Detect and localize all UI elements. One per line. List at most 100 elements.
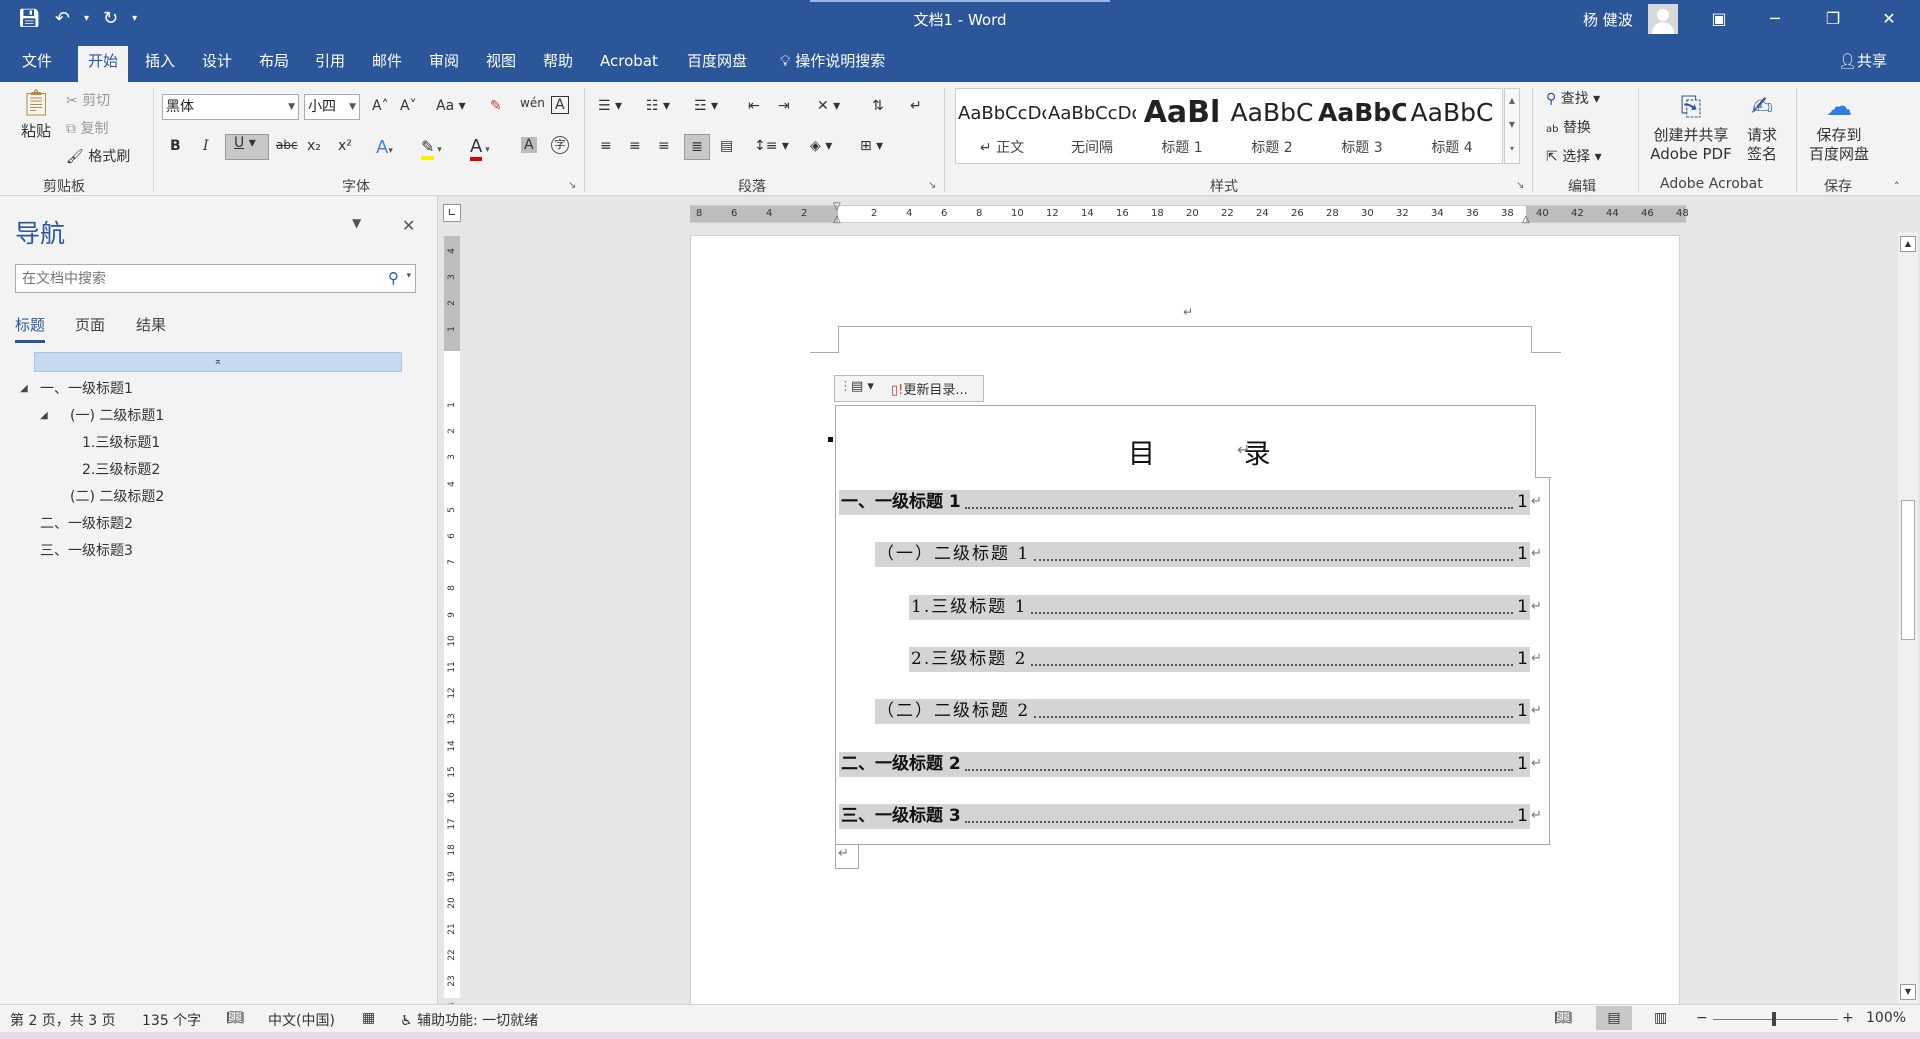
save-baidu-button[interactable]: ☁︎ 保存到 百度网盘	[1806, 92, 1872, 164]
tab-acrobat[interactable]: Acrobat	[590, 46, 668, 82]
tell-me-search[interactable]: 💡︎ 操作说明搜索	[770, 46, 895, 82]
align-left-icon[interactable]: ≡	[600, 138, 612, 154]
update-toc-button[interactable]: ▯!更新目录...	[891, 379, 968, 398]
share-button[interactable]: 👤︎共享	[1838, 50, 1887, 71]
nav-heading-item[interactable]: 一、一级标题1	[40, 378, 133, 398]
char-shading-icon[interactable]: A	[521, 137, 537, 153]
font-dialog-launcher-icon[interactable]: ↘	[568, 180, 576, 191]
create-share-pdf-button[interactable]: ⎘ 创建并共享 Adobe PDF	[1648, 92, 1734, 164]
chevron-up-icon[interactable]: ▲	[1505, 89, 1519, 113]
search-icon[interactable]: ⚲	[388, 269, 399, 287]
tab-references[interactable]: 引用	[305, 46, 355, 82]
show-marks-icon[interactable]: ↵	[910, 98, 922, 114]
nav-heading-item[interactable]: 二、一级标题2	[40, 513, 133, 533]
find-button[interactable]: ⚲ 查找 ▾	[1546, 88, 1600, 108]
hanging-indent-icon[interactable]: △	[833, 214, 841, 225]
sort-icon[interactable]: ⇅	[872, 98, 884, 114]
more-icon[interactable]: ▾	[1505, 137, 1519, 161]
toc-entry[interactable]: 一、一级标题 1 1	[839, 490, 1530, 515]
tab-selector-icon[interactable]: ∟	[443, 204, 461, 222]
tab-review[interactable]: 审阅	[419, 46, 469, 82]
scroll-up-icon[interactable]: ▲	[1900, 236, 1916, 252]
styles-scroll[interactable]: ▲ ▼ ▾	[1504, 88, 1520, 164]
underline-button[interactable]: U ▾	[225, 134, 269, 160]
zoom-in-icon[interactable]: +	[1842, 1010, 1854, 1026]
nav-tab-pages[interactable]: 页面	[75, 314, 105, 335]
zoom-level[interactable]: 100%	[1866, 1010, 1906, 1026]
tab-file[interactable]: 文件	[12, 46, 62, 82]
decrease-indent-icon[interactable]: ⇤	[748, 98, 760, 114]
multilevel-list-icon[interactable]: ☲ ▾	[694, 98, 718, 114]
web-layout-icon[interactable]: ▥	[1654, 1010, 1667, 1026]
word-count[interactable]: 135 个字	[142, 1010, 201, 1030]
toc-entry[interactable]: （二）二级标题 2 1	[875, 699, 1530, 725]
nav-current-position[interactable]: ⌅	[34, 352, 402, 372]
style-heading-1[interactable]: AaBl 标题 1	[1138, 89, 1226, 163]
nav-options-icon[interactable]: ▼	[352, 216, 361, 230]
strikethrough-button[interactable]: abc	[276, 138, 298, 152]
tab-layout[interactable]: 布局	[249, 46, 299, 82]
toc-content-control[interactable]	[835, 405, 1535, 845]
superscript-button[interactable]: x²	[338, 138, 352, 154]
language-status[interactable]: 中文(中国)	[268, 1010, 335, 1030]
line-spacing-icon[interactable]: ↕≡ ▾	[754, 138, 789, 154]
cut-button[interactable]: ✂ 剪切	[66, 90, 110, 110]
style-heading-3[interactable]: AaBbC 标题 3	[1318, 89, 1406, 163]
text-effects-icon[interactable]: A▾	[376, 137, 393, 158]
read-mode-icon[interactable]: 📖︎	[1554, 1010, 1572, 1026]
font-color-button[interactable]: A ▾	[470, 136, 490, 161]
ribbon-display-icon[interactable]: ▣	[1696, 0, 1742, 38]
nav-close-icon[interactable]: ✕	[402, 216, 415, 235]
avatar[interactable]	[1648, 4, 1678, 34]
nav-tab-results[interactable]: 结果	[136, 314, 166, 335]
bold-button[interactable]: B	[170, 138, 181, 154]
change-case-button[interactable]: Aa ▾	[436, 98, 466, 114]
tab-design[interactable]: 设计	[192, 46, 242, 82]
borders-icon[interactable]: ⊞ ▾	[860, 138, 883, 154]
tab-help[interactable]: 帮助	[533, 46, 583, 82]
style-heading-4[interactable]: AaBbC 标题 4	[1408, 89, 1496, 163]
expand-icon[interactable]: ◢	[20, 383, 28, 394]
shading-icon[interactable]: ◈ ▾	[810, 138, 832, 154]
macro-record-icon[interactable]: ▦	[362, 1010, 375, 1026]
format-painter-button[interactable]: 🖌︎ 格式刷	[66, 146, 130, 166]
increase-indent-icon[interactable]: ⇥	[778, 98, 790, 114]
toc-menu-icon[interactable]: ▤ ▾	[851, 379, 874, 394]
zoom-out-icon[interactable]: −	[1696, 1010, 1708, 1026]
italic-button[interactable]: I	[203, 138, 209, 154]
char-border-icon[interactable]: A	[551, 96, 569, 114]
vertical-scrollbar[interactable]: ▲ ▼	[1898, 232, 1918, 1004]
style-no-spacing[interactable]: AaBbCcDc 无间隔	[1048, 89, 1136, 163]
replace-button[interactable]: ab 替换	[1546, 117, 1591, 137]
search-input[interactable]	[16, 265, 356, 292]
subscript-button[interactable]: x₂	[307, 138, 321, 154]
user-name[interactable]: 杨 健波	[1583, 9, 1633, 30]
proofing-icon[interactable]: 📖︎	[226, 1010, 244, 1026]
toc-entry[interactable]: 1.三级标题 1 1	[909, 594, 1530, 620]
chevron-down-icon[interactable]: ▼	[1505, 113, 1519, 137]
chinese-layout-icon[interactable]: ✕ ▾	[817, 98, 840, 114]
phonetic-guide-icon[interactable]: wén	[520, 96, 545, 110]
align-right-icon[interactable]: ≡	[658, 138, 670, 154]
nav-heading-item[interactable]: (二) 二级标题2	[70, 486, 164, 506]
copy-button[interactable]: ⧉ 复制	[66, 118, 108, 138]
request-signature-button[interactable]: ✍︎ 请求 签名	[1742, 92, 1782, 164]
shrink-font-icon[interactable]: A˅	[400, 98, 417, 114]
font-size-select[interactable]: 小四 ▼	[304, 94, 360, 120]
chevron-down-icon[interactable]: ▾	[406, 271, 411, 281]
nav-heading-item[interactable]: 三、一级标题3	[40, 540, 133, 560]
nav-search-box[interactable]: ⚲ ▾	[15, 264, 416, 293]
align-center-icon[interactable]: ≡	[629, 138, 641, 154]
tab-view[interactable]: 视图	[476, 46, 526, 82]
print-layout-icon[interactable]: ▤	[1596, 1006, 1632, 1030]
tab-home[interactable]: 开始	[78, 46, 129, 82]
select-button[interactable]: ⇱ 选择 ▾	[1546, 146, 1602, 166]
collapse-ribbon-icon[interactable]: ˄	[1894, 180, 1900, 193]
nav-heading-item[interactable]: 2.三级标题2	[82, 459, 160, 479]
styles-dialog-launcher-icon[interactable]: ↘	[1516, 180, 1524, 191]
nav-tab-headings[interactable]: 标题	[15, 314, 46, 343]
page-count[interactable]: 第 2 页，共 3 页	[10, 1010, 116, 1030]
scrollbar-thumb[interactable]	[1901, 500, 1915, 640]
accessibility-status[interactable]: ♿︎ 辅助功能: 一切就绪	[400, 1010, 538, 1030]
tab-insert[interactable]: 插入	[135, 46, 185, 82]
